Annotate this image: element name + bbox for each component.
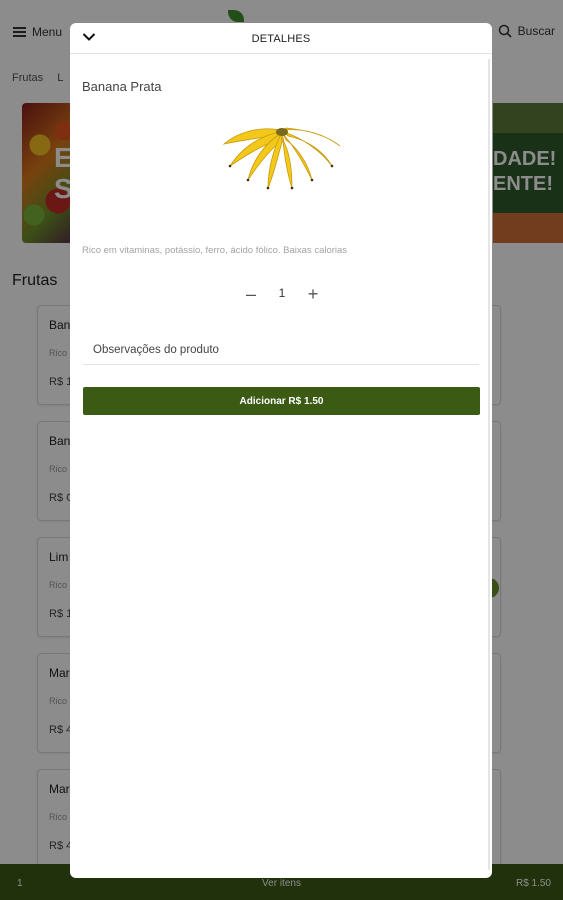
quantity-value: 1 (278, 286, 286, 300)
add-to-cart-button[interactable]: Adicionar R$ 1.50 (83, 387, 480, 415)
modal-header: DETALHES (70, 23, 492, 54)
product-details-modal: DETALHES Banana Prata Rico em vitaminas,… (70, 23, 492, 878)
banana-image (222, 127, 341, 190)
modal-title: DETALHES (251, 33, 311, 45)
scrollbar[interactable] (488, 59, 490, 870)
plus-icon[interactable]: + (304, 285, 322, 303)
product-description: Rico em vitaminas, potássio, ferro, ácid… (82, 245, 348, 256)
product-notes-input[interactable] (83, 335, 479, 365)
quantity-stepper: – 1 + (242, 285, 322, 303)
minus-icon[interactable]: – (242, 285, 260, 303)
product-name: Banana Prata (82, 79, 162, 94)
